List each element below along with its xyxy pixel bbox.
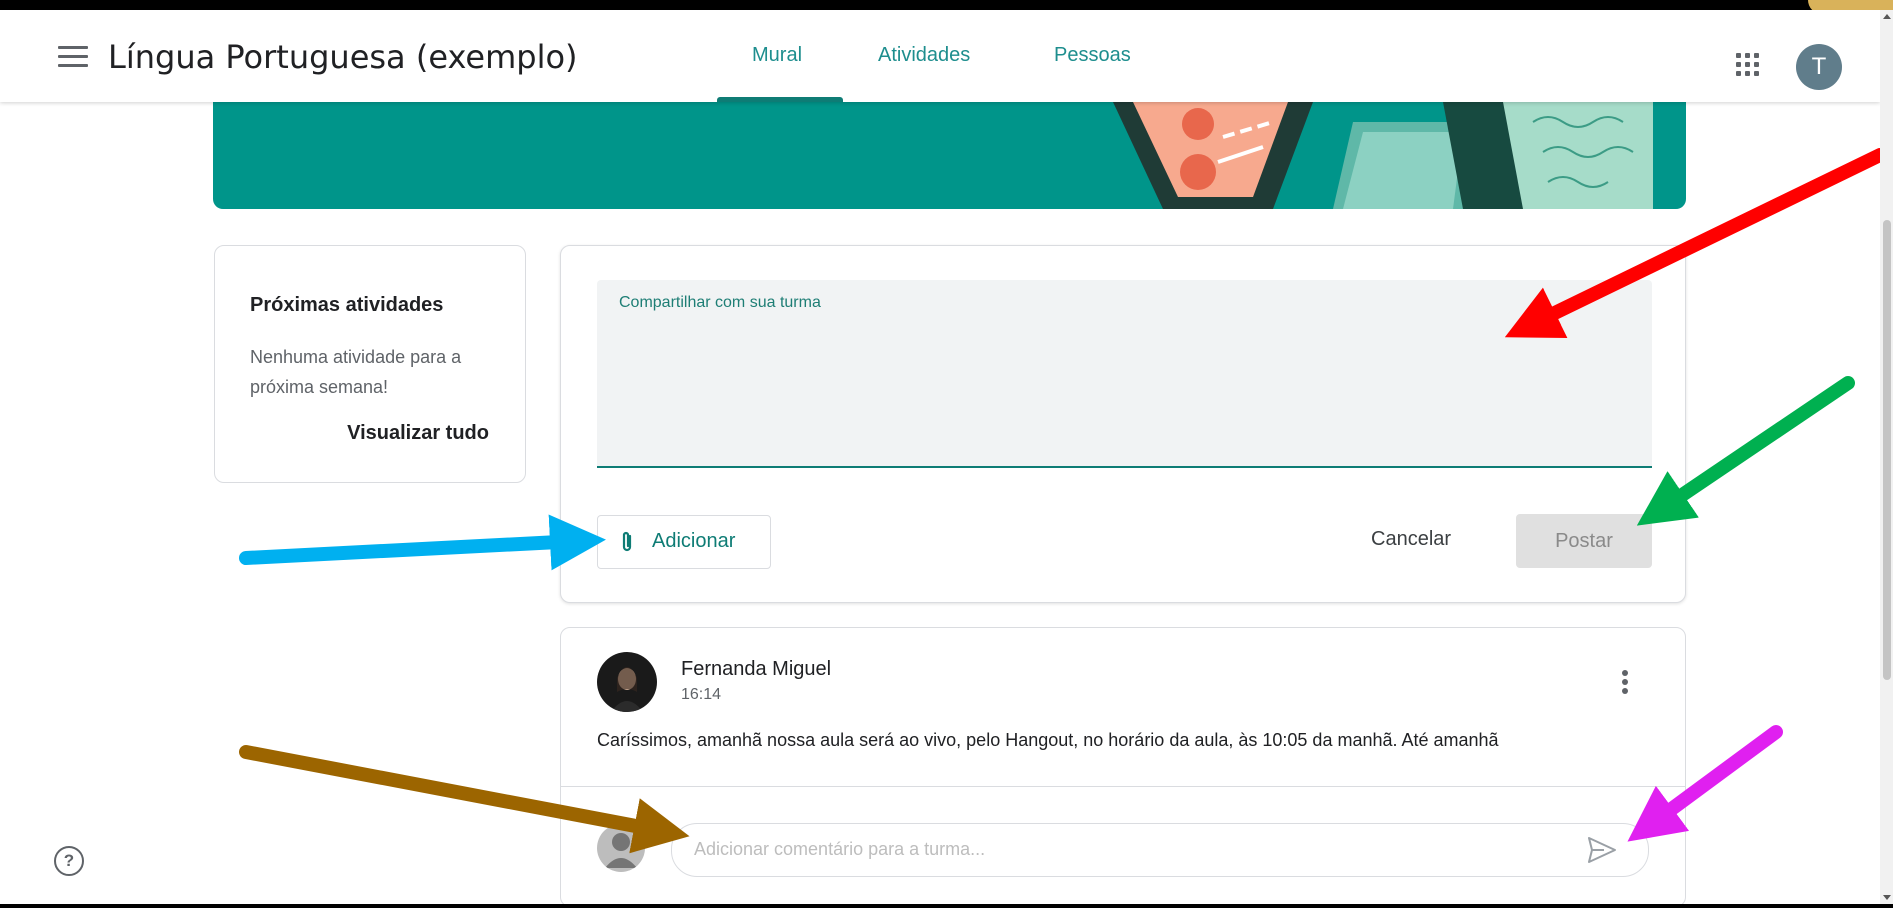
scroll-down-icon[interactable] <box>1883 895 1891 900</box>
cancel-button[interactable]: Cancelar <box>1371 528 1451 551</box>
author-avatar <box>597 652 657 712</box>
top-app-bar: Língua Portuguesa (exemplo) Mural Ativid… <box>0 10 1880 102</box>
upcoming-text: Nenhuma atividade para a próxima semana! <box>250 347 462 397</box>
add-attachment-label: Adicionar <box>652 530 736 552</box>
upcoming-card: Próximas atividades Nenhuma atividade pa… <box>214 245 526 483</box>
menu-icon[interactable] <box>58 46 88 68</box>
add-attachment-button[interactable]: Adicionar <box>597 515 771 569</box>
send-icon[interactable] <box>1586 835 1618 865</box>
banner-illustration <box>1113 102 1653 209</box>
view-all-link[interactable]: Visualizar tudo <box>347 422 489 445</box>
comment-placeholder: Adicionar comentário para a turma... <box>694 839 986 859</box>
paperclip-icon <box>622 531 632 552</box>
active-tab-indicator <box>717 97 843 102</box>
course-title: Língua Portuguesa (exemplo) <box>108 38 578 76</box>
post-text: Caríssimos, amanhã nossa aula será ao vi… <box>597 730 1499 750</box>
author-name: Fernanda Miguel <box>681 658 832 680</box>
more-vert-icon[interactable] <box>1621 670 1629 698</box>
announcement-composer: Compartilhar com sua turma Adicionar Can… <box>560 245 1686 603</box>
blue-arrow <box>239 514 606 571</box>
classroom-window: Língua Portuguesa (exemplo) Mural Ativid… <box>0 10 1880 904</box>
announcement-post: Fernanda Miguel 16:14 Caríssimos, amanhã… <box>560 627 1686 904</box>
green-arrow <box>1636 376 1855 526</box>
post-time: 16:14 <box>681 686 722 703</box>
account-avatar[interactable]: T <box>1796 44 1842 90</box>
apps-grid-icon[interactable] <box>1736 53 1760 77</box>
tab-pessoas[interactable]: Pessoas <box>1054 44 1131 67</box>
tab-atividades[interactable]: Atividades <box>878 44 970 67</box>
scrollbar[interactable] <box>1880 10 1893 904</box>
post-divider <box>561 786 1685 787</box>
comment-input[interactable]: Adicionar comentário para a turma... <box>671 823 1649 877</box>
post-button[interactable]: Postar <box>1516 514 1652 568</box>
share-with-class-field[interactable]: Compartilhar com sua turma <box>597 280 1652 468</box>
upcoming-title: Próximas atividades <box>250 294 444 316</box>
scrollbar-thumb[interactable] <box>1883 220 1891 680</box>
tab-mural[interactable]: Mural <box>752 44 802 67</box>
help-icon[interactable]: ? <box>54 846 84 876</box>
class-banner <box>213 102 1686 209</box>
share-field-label: Compartilhar com sua turma <box>619 294 821 311</box>
scroll-up-icon[interactable] <box>1883 14 1891 19</box>
commenter-avatar <box>597 824 645 872</box>
